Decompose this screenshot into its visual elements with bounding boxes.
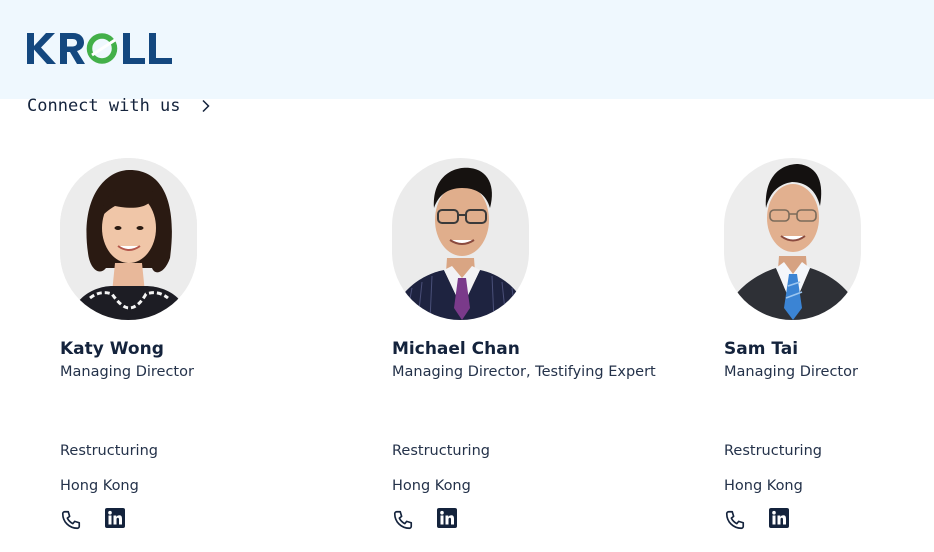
linkedin-icon[interactable] — [437, 508, 457, 528]
linkedin-icon[interactable] — [105, 508, 125, 528]
person-location: Hong Kong — [392, 478, 471, 494]
person-title: Managing Director — [60, 364, 194, 380]
kroll-logo[interactable] — [27, 31, 177, 66]
person-name[interactable]: Sam Tai — [724, 338, 934, 360]
phone-icon[interactable] — [60, 509, 82, 531]
linkedin-icon[interactable] — [769, 508, 789, 528]
person-photo[interactable] — [60, 158, 197, 320]
person-location: Hong Kong — [60, 478, 139, 494]
person-title: Managing Director, Testifying Expert — [392, 364, 656, 380]
person-photo[interactable] — [392, 158, 529, 320]
site-header — [0, 0, 934, 99]
person-card: Sam Tai Managing Director Restructuring … — [724, 158, 934, 530]
person-location: Hong Kong — [724, 478, 803, 494]
person-card: Michael Chan Managing Director, Testifyi… — [392, 158, 682, 530]
person-name[interactable]: Michael Chan — [392, 338, 682, 360]
person-title: Managing Director — [724, 364, 858, 380]
phone-icon[interactable] — [392, 509, 414, 531]
person-service[interactable]: Restructuring — [724, 441, 822, 461]
person-name[interactable]: Katy Wong — [60, 338, 350, 360]
person-service[interactable]: Restructuring — [60, 441, 158, 461]
person-service[interactable]: Restructuring — [392, 441, 490, 461]
person-photo[interactable] — [724, 158, 861, 320]
chevron-right-icon — [202, 99, 210, 113]
person-card: Katy Wong Managing Director Restructurin… — [60, 158, 350, 530]
phone-icon[interactable] — [724, 509, 746, 531]
connect-label: Connect with us — [27, 96, 181, 116]
connect-with-us-link[interactable]: Connect with us — [27, 94, 211, 118]
